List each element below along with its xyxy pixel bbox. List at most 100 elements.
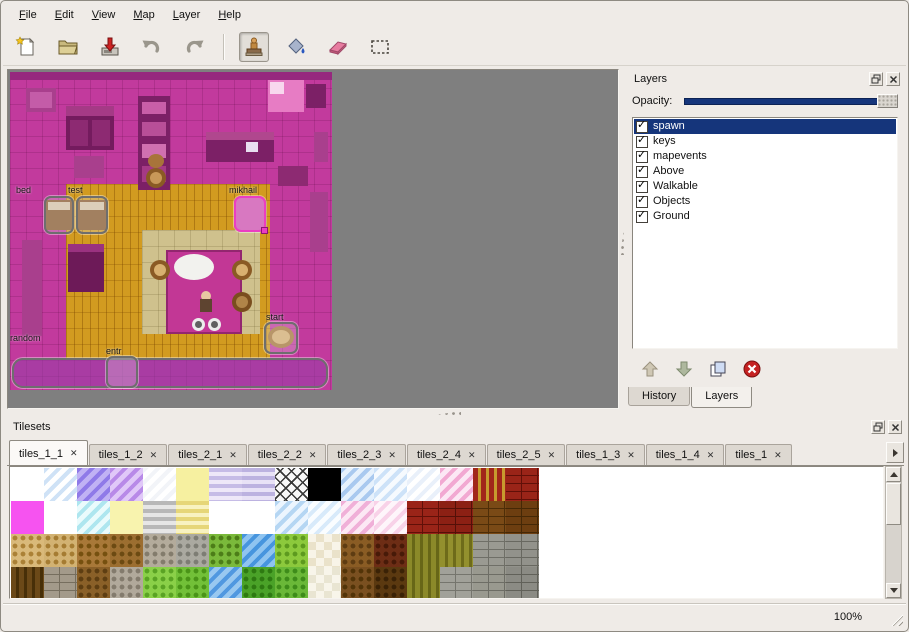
tile[interactable] <box>110 567 143 599</box>
map-canvas[interactable]: bedtestmikhailstartrandomentr <box>10 72 332 390</box>
scrollbar-thumb[interactable] <box>886 483 901 525</box>
tile[interactable] <box>440 534 473 567</box>
layer-row-spawn[interactable]: ✓spawn <box>634 119 896 134</box>
tile[interactable] <box>44 534 77 567</box>
horizontal-splitter[interactable] <box>5 409 906 417</box>
tile[interactable] <box>77 501 110 534</box>
map-object-random[interactable] <box>12 358 328 388</box>
tile[interactable] <box>440 567 473 599</box>
tile[interactable] <box>110 468 143 501</box>
tile[interactable] <box>11 468 44 501</box>
layer-visibility-checkbox[interactable]: ✓ <box>636 151 648 163</box>
raise-layer-button[interactable] <box>638 357 662 381</box>
tile[interactable] <box>374 534 407 567</box>
tile[interactable] <box>143 567 176 599</box>
tile[interactable] <box>77 534 110 567</box>
tile[interactable] <box>242 567 275 599</box>
tileset-scrollbar[interactable] <box>885 466 902 599</box>
tileset-tab-tiles_1_4[interactable]: tiles_1_4✕ <box>646 444 725 465</box>
menu-item-map[interactable]: Map <box>125 6 162 24</box>
tile[interactable] <box>11 501 44 534</box>
tile[interactable] <box>110 534 143 567</box>
close-tab-icon[interactable]: ✕ <box>388 450 396 461</box>
float-tilesets-dock-button[interactable] <box>871 420 885 434</box>
tile[interactable] <box>374 468 407 501</box>
tile[interactable] <box>407 501 440 534</box>
map-viewport[interactable]: bedtestmikhailstartrandomentr <box>7 69 619 409</box>
undo-button[interactable] <box>137 32 167 62</box>
menu-item-view[interactable]: View <box>84 6 124 24</box>
delete-layer-button[interactable] <box>740 357 764 381</box>
tile[interactable] <box>308 501 341 534</box>
tileset-tab-tiles_2_2[interactable]: tiles_2_2✕ <box>248 444 327 465</box>
save-map-button[interactable] <box>95 32 125 62</box>
tile[interactable] <box>176 534 209 567</box>
tile[interactable] <box>374 501 407 534</box>
close-tab-icon[interactable]: ✕ <box>468 450 476 461</box>
layer-visibility-checkbox[interactable]: ✓ <box>636 136 648 148</box>
close-tab-icon[interactable]: ✕ <box>627 450 635 461</box>
tile[interactable] <box>440 501 473 534</box>
layer-row-walkable[interactable]: ✓Walkable <box>634 179 896 194</box>
close-tab-icon[interactable]: ✕ <box>229 450 237 461</box>
layer-visibility-checkbox[interactable]: ✓ <box>636 181 648 193</box>
tile[interactable] <box>143 468 176 501</box>
tileset-tab-tiles_1_1[interactable]: tiles_1_1✕ <box>9 440 88 465</box>
tab-layers[interactable]: Layers <box>691 387 752 408</box>
tileset-tab-tiles_1_2[interactable]: tiles_1_2✕ <box>89 444 168 465</box>
float-layers-dock-button[interactable] <box>869 72 883 86</box>
layer-row-objects[interactable]: ✓Objects <box>634 194 896 209</box>
tile[interactable] <box>275 567 308 599</box>
scroll-up-button[interactable] <box>886 467 901 482</box>
tile[interactable] <box>374 567 407 599</box>
layer-visibility-checkbox[interactable]: ✓ <box>636 166 648 178</box>
tile[interactable] <box>506 501 539 534</box>
layer-visibility-checkbox[interactable]: ✓ <box>636 211 648 223</box>
close-tab-icon[interactable]: ✕ <box>707 450 715 461</box>
tile[interactable] <box>341 567 374 599</box>
tile[interactable] <box>11 567 44 599</box>
open-map-button[interactable] <box>53 32 83 62</box>
bucket-fill-button[interactable] <box>281 32 311 62</box>
layer-list[interactable]: ✓spawn✓keys✓mapevents✓Above✓Walkable✓Obj… <box>632 117 898 349</box>
tile[interactable] <box>242 501 275 534</box>
tile[interactable] <box>506 534 539 567</box>
tile[interactable] <box>341 501 374 534</box>
tab-history[interactable]: History <box>628 387 690 406</box>
menu-item-edit[interactable]: Edit <box>47 6 82 24</box>
tileset-view[interactable] <box>9 466 884 599</box>
layer-row-keys[interactable]: ✓keys <box>634 134 896 149</box>
tilesets-dock-titlebar[interactable]: Tilesets <box>5 417 906 437</box>
scroll-tabs-right-button[interactable] <box>886 442 904 463</box>
close-tab-icon[interactable]: ✕ <box>309 450 317 461</box>
tile[interactable] <box>341 468 374 501</box>
map-object-bed[interactable] <box>44 196 74 234</box>
tile[interactable] <box>209 501 242 534</box>
tile[interactable] <box>473 501 506 534</box>
layer-row-mapevents[interactable]: ✓mapevents <box>634 149 896 164</box>
tile[interactable] <box>209 534 242 567</box>
close-tab-icon[interactable]: ✕ <box>774 450 782 461</box>
tile[interactable] <box>506 468 539 501</box>
map-object-mikhail[interactable] <box>234 196 266 232</box>
layers-dock-titlebar[interactable]: Layers <box>626 69 904 89</box>
tile[interactable] <box>308 468 341 501</box>
layer-row-ground[interactable]: ✓Ground <box>634 209 896 224</box>
tile[interactable] <box>209 567 242 599</box>
tileset-tab-tiles_2_5[interactable]: tiles_2_5✕ <box>487 444 566 465</box>
tile[interactable] <box>143 534 176 567</box>
map-object-entr[interactable] <box>106 356 138 388</box>
opacity-slider-track[interactable] <box>684 98 898 105</box>
menu-item-help[interactable]: Help <box>210 6 249 24</box>
tile[interactable] <box>44 567 77 599</box>
tile[interactable] <box>143 501 176 534</box>
tile[interactable] <box>275 534 308 567</box>
close-tab-icon[interactable]: ✕ <box>150 450 158 461</box>
tile[interactable] <box>473 567 506 599</box>
opacity-slider[interactable] <box>684 93 898 109</box>
lower-layer-button[interactable] <box>672 357 696 381</box>
tile[interactable] <box>407 468 440 501</box>
tileset-tab-tiles_1_3[interactable]: tiles_1_3✕ <box>566 444 645 465</box>
close-tab-icon[interactable]: ✕ <box>548 450 556 461</box>
tile[interactable] <box>209 468 242 501</box>
